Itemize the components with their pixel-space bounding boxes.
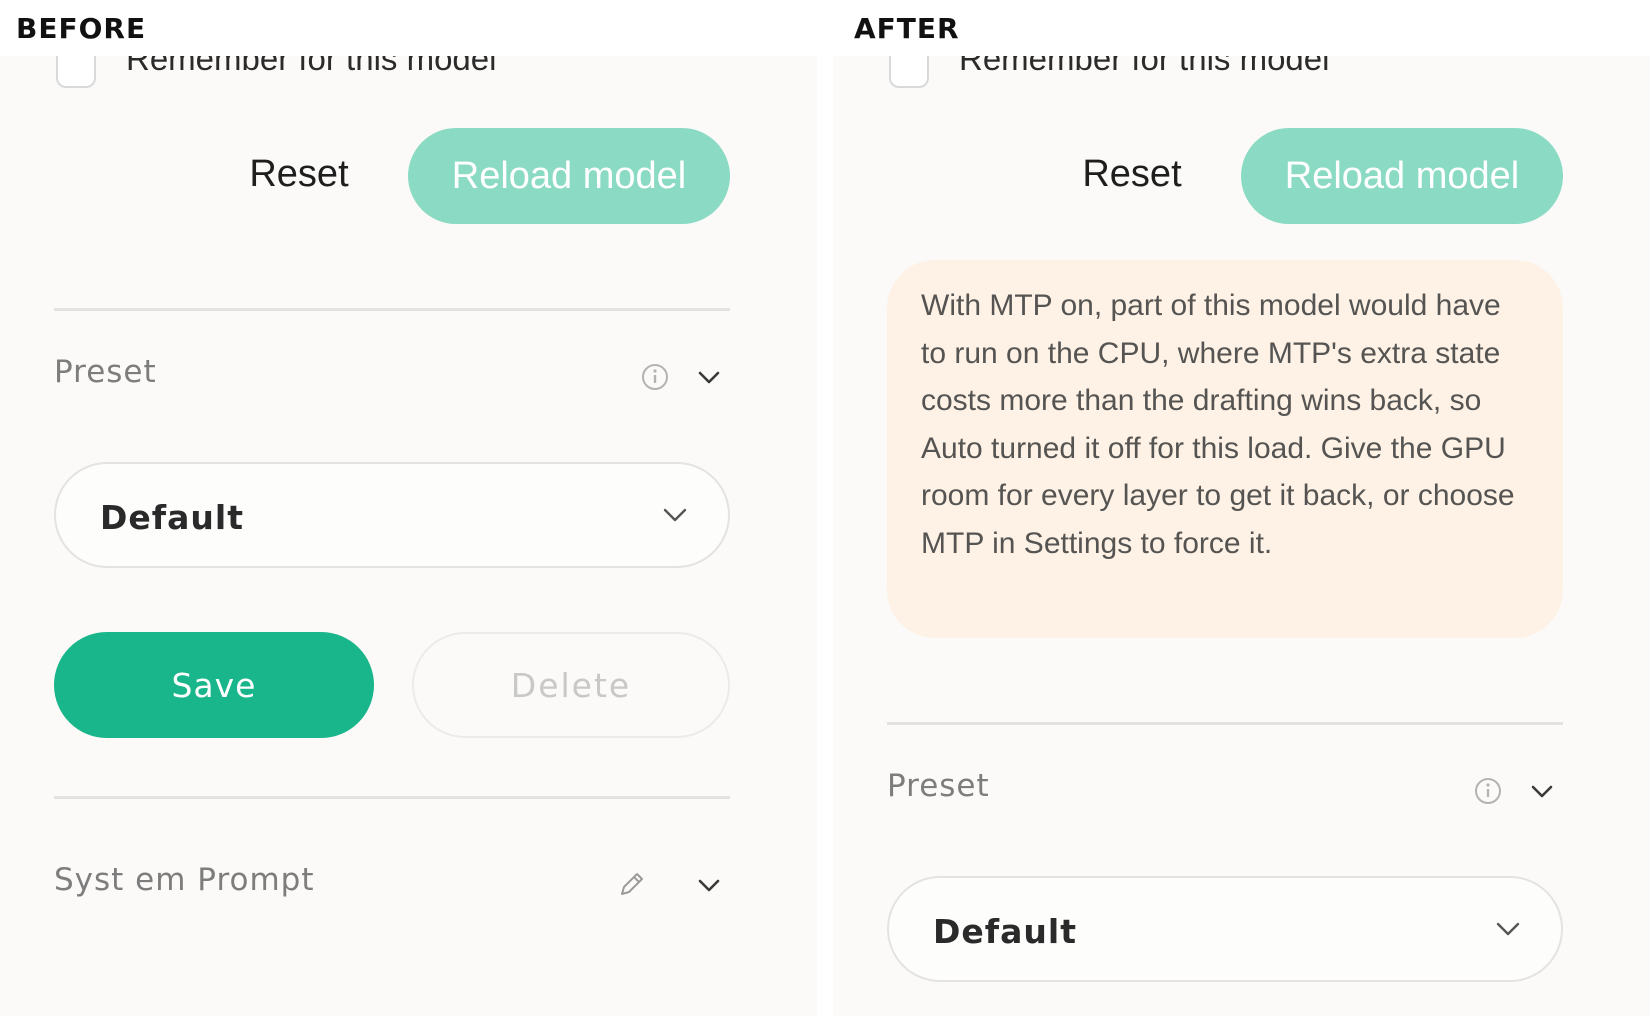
remember-row: Remember for this model	[887, 56, 1563, 88]
preset-label: Preset	[54, 354, 157, 390]
preset-section-header[interactable]: Preset	[887, 760, 1563, 820]
chevron-down-icon[interactable]	[696, 872, 722, 898]
save-button[interactable]: Save	[54, 632, 374, 738]
chevron-down-icon[interactable]	[1529, 778, 1555, 804]
info-icon[interactable]	[640, 362, 670, 392]
remember-label: Remember for this model	[126, 56, 497, 77]
divider	[54, 796, 730, 799]
remember-checkbox[interactable]	[56, 56, 96, 88]
mtp-warning-notice: With MTP on, part of this model would ha…	[887, 260, 1563, 638]
reset-button[interactable]: Reset	[1047, 126, 1217, 222]
before-heading: BEFORE	[16, 12, 147, 45]
after-heading: AFTER	[854, 12, 960, 45]
reload-model-button[interactable]: Reload model	[408, 128, 730, 224]
mtp-warning-text: With MTP on, part of this model would ha…	[921, 289, 1515, 560]
pencil-icon[interactable]	[616, 868, 648, 900]
chevron-down-icon[interactable]	[696, 364, 722, 390]
system-prompt-section-header[interactable]: Syst em Prompt	[54, 854, 730, 914]
divider	[887, 722, 1563, 725]
reload-model-button[interactable]: Reload model	[1241, 128, 1563, 224]
before-panel: Remember for this model Reset Reload mod…	[0, 56, 817, 1016]
info-icon[interactable]	[1473, 776, 1503, 806]
preset-section-header[interactable]: Preset	[54, 346, 730, 406]
chevron-down-icon	[663, 508, 687, 522]
remember-label: Remember for this model	[959, 56, 1330, 77]
reset-button[interactable]: Reset	[214, 126, 384, 222]
preset-select[interactable]: Default	[54, 462, 730, 568]
preset-label: Preset	[887, 768, 990, 804]
preset-select[interactable]: Default	[887, 876, 1563, 982]
remember-row: Remember for this model	[54, 56, 730, 88]
remember-checkbox[interactable]	[889, 56, 929, 88]
after-panel: Remember for this model Reset Reload mod…	[833, 56, 1650, 1016]
chevron-down-icon	[1496, 922, 1520, 936]
system-prompt-label: Syst em Prompt	[54, 862, 315, 898]
divider	[54, 308, 730, 311]
preset-select-value: Default	[933, 912, 1077, 951]
preset-select-value: Default	[100, 498, 244, 537]
delete-button[interactable]: Delete	[412, 632, 730, 738]
